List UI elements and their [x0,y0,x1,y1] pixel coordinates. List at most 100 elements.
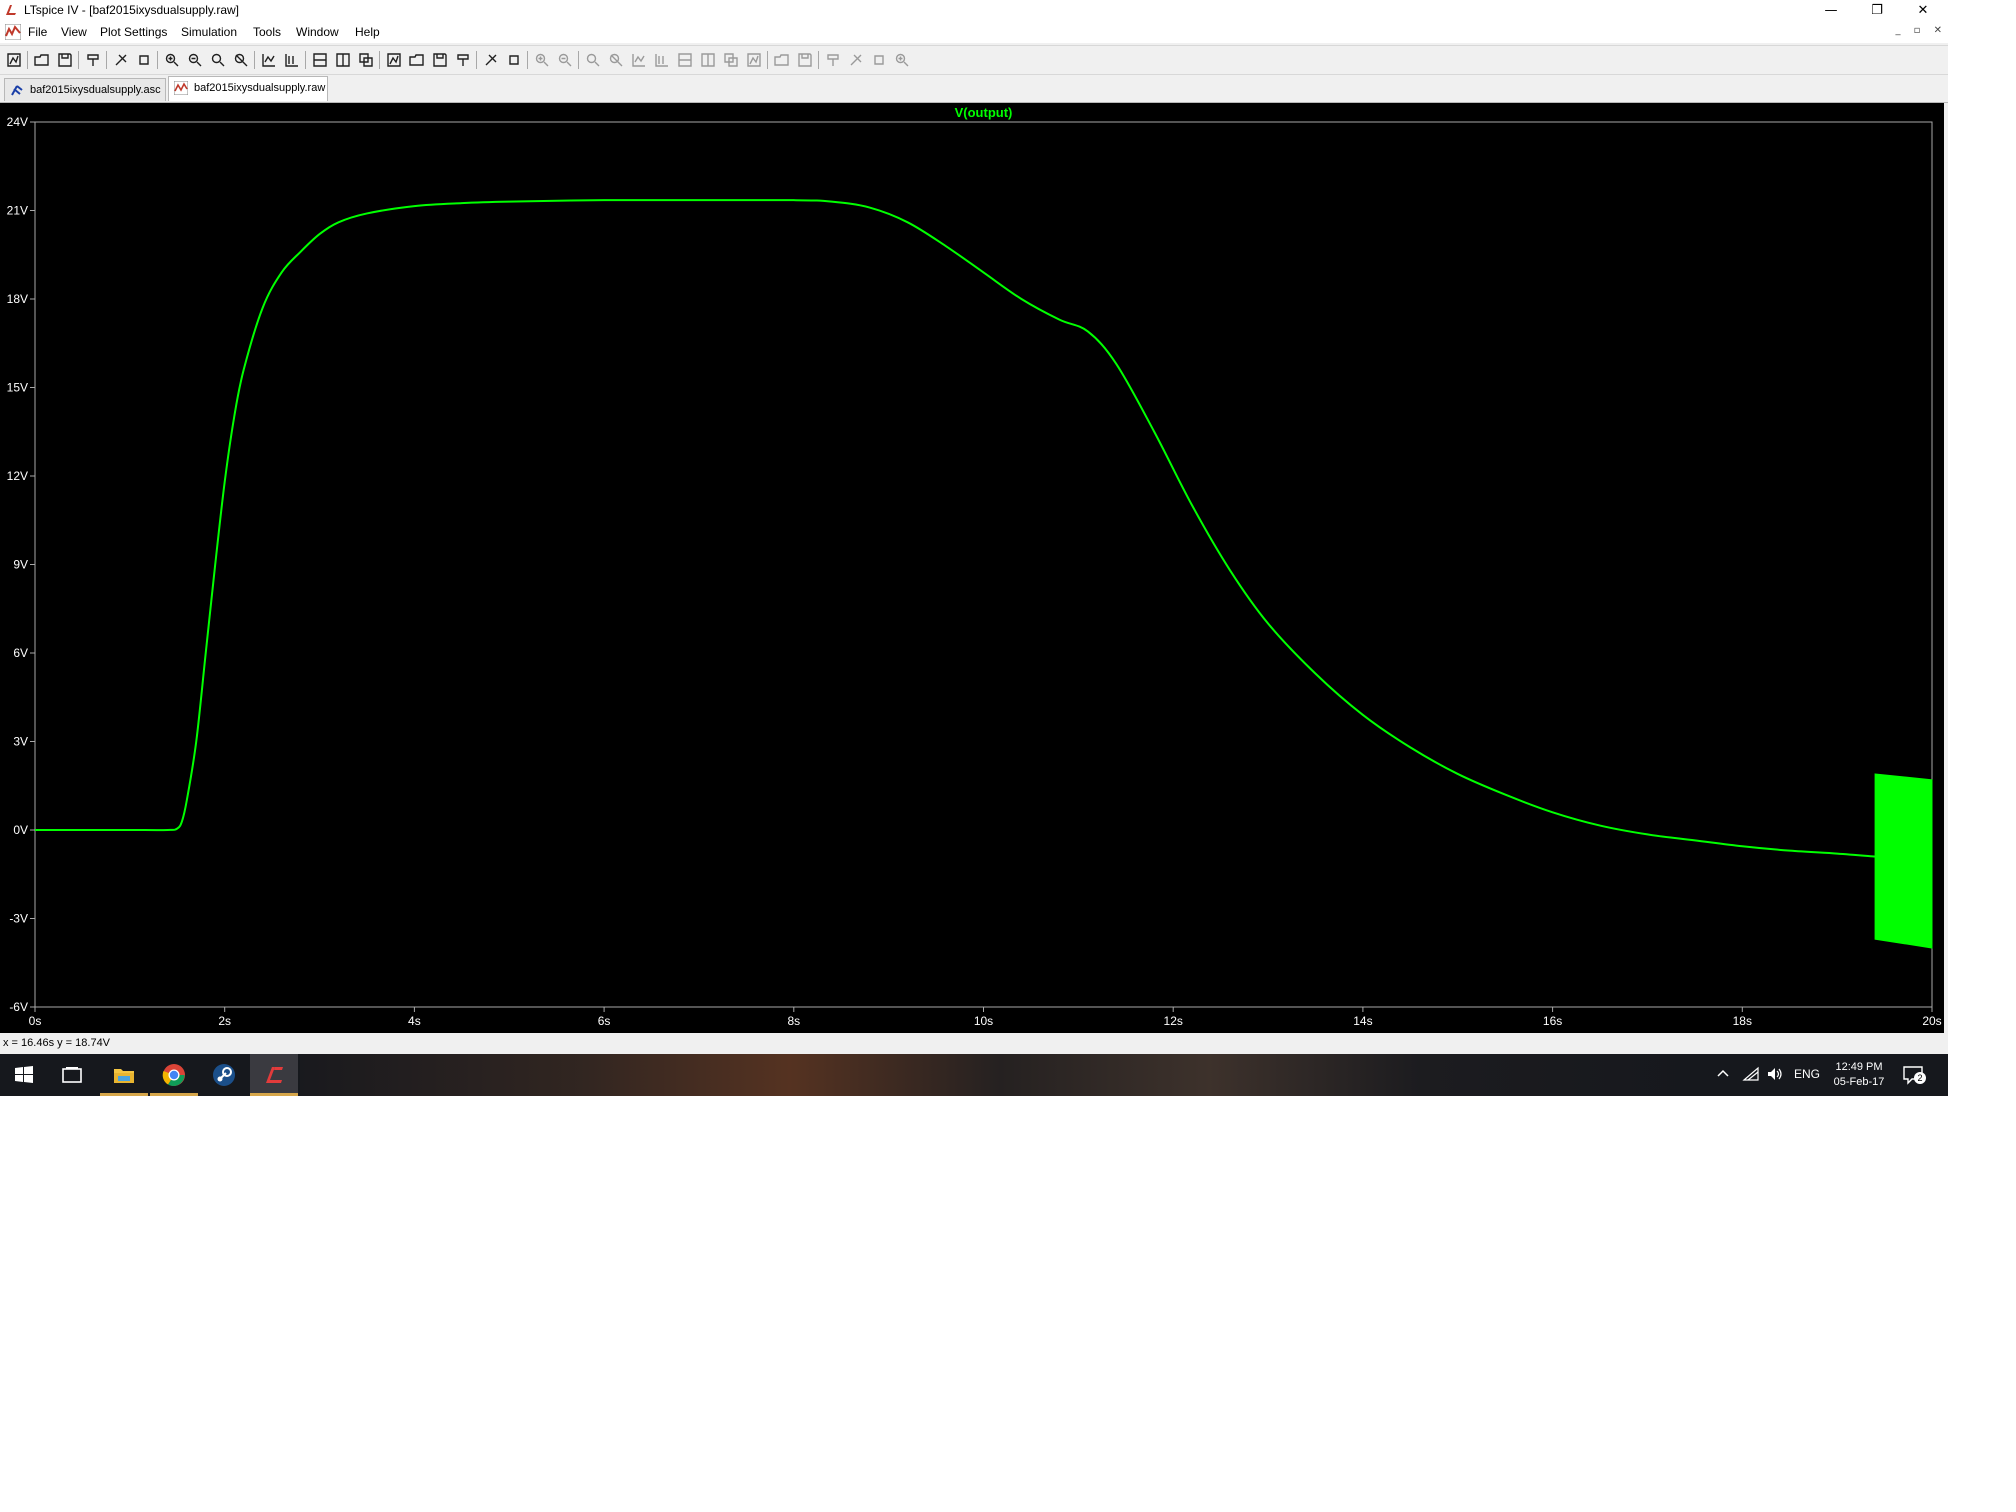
restore-button[interactable]: ❐ [1854,0,1900,21]
task-view-icon [62,1067,82,1083]
menu-help[interactable]: Help [355,25,380,39]
menu-view[interactable]: View [61,25,87,39]
drag-icon[interactable] [746,52,762,68]
copy-icon[interactable] [409,52,425,68]
y-tick-label: 0V [13,823,28,837]
spice-directive-icon[interactable] [894,52,910,68]
zoom-full-icon[interactable] [210,52,226,68]
move-icon[interactable] [723,52,739,68]
title-bar: LTspice IV - [baf2015ixysdualsupply.raw]… [0,0,1948,21]
save-icon[interactable] [57,52,73,68]
chevron-up-icon[interactable] [1716,1067,1730,1081]
waveform-chart[interactable]: V(output) 24V 21V 18V 15V 12V 9V 6V 3V 0V -3V -6V0s… [0,103,1944,1033]
tile-vertical-icon[interactable] [335,52,351,68]
mdi-close-button[interactable]: ✕ [1934,25,1942,36]
mdi-minimize-button[interactable]: _ [1895,25,1900,36]
close-button[interactable]: ✕ [1900,0,1946,21]
language-indicator[interactable]: ENG [1794,1067,1820,1083]
rotate-icon[interactable] [825,52,841,68]
new-schematic-icon[interactable] [6,52,22,68]
zoom-in-icon[interactable] [164,52,180,68]
x-tick-label: 10s [974,1014,993,1028]
menu-window[interactable]: Window [296,25,339,39]
open-icon[interactable] [34,52,50,68]
toolbar-separator [818,51,819,69]
cut-icon[interactable] [386,52,402,68]
file-explorer-icon [114,1069,134,1083]
mdi-controls: _ ▫ ✕ [1885,25,1942,36]
ltspice-icon [266,1067,283,1083]
y-tick-label: -3V [9,912,28,926]
print-preview-icon[interactable] [483,52,499,68]
redo-icon[interactable] [797,52,813,68]
cursor-coordinates: x = 16.46s y = 18.74V [3,1037,111,1049]
trace-v-output [34,199,1876,858]
pick-traces-icon[interactable] [284,52,300,68]
toolbar-separator [379,51,380,69]
component-icon[interactable] [700,52,716,68]
capacitor-icon[interactable] [631,52,647,68]
task-view-button[interactable] [48,1054,96,1096]
waveform-window-icon[interactable] [5,24,21,40]
y-tick-label: 12V [7,469,28,483]
toolbar-separator [254,51,255,69]
autorange-icon[interactable] [261,52,277,68]
find-icon[interactable] [455,52,471,68]
x-tick-label: 12s [1164,1014,1183,1028]
tile-horizontal-icon[interactable] [312,52,328,68]
toolbar-separator [157,51,158,69]
toolbar-separator [767,51,768,69]
steam-button[interactable] [200,1054,248,1096]
toolbar-separator [106,51,107,69]
waveform-plot-pane[interactable]: V(output) 24V 21V 18V 15V 12V 9V 6V 3V 0V -3V -6V 0s… [0,103,1944,1033]
ltspice-logo-icon [4,3,18,17]
menu-tools[interactable]: Tools [253,25,281,39]
text-icon[interactable] [871,52,887,68]
resistor-icon[interactable] [608,52,624,68]
toolbar-separator [305,51,306,69]
ground-icon[interactable] [557,52,573,68]
x-tick-label: 8s [787,1014,800,1028]
zoom-cancel-icon[interactable] [233,52,249,68]
cascade-icon[interactable] [358,52,374,68]
action-center-button[interactable]: 2 [1902,1064,1926,1086]
zoom-out-icon[interactable] [187,52,203,68]
diode-icon[interactable] [677,52,693,68]
steam-icon [213,1064,235,1086]
mdi-restore-button[interactable]: ▫ [1914,25,1921,36]
file-explorer-button[interactable] [100,1054,148,1096]
tab-schematic[interactable]: baf2015ixysdualsupply.asc [4,78,166,101]
oscillation-band [1874,773,1933,949]
y-tick-label: 24V [7,115,28,129]
chrome-button[interactable] [150,1054,198,1096]
notification-count-badge: 2 [1914,1072,1926,1084]
wifi-icon[interactable] [1742,1066,1760,1082]
volume-icon[interactable] [1766,1066,1784,1082]
wire-icon[interactable] [534,52,550,68]
print-icon[interactable] [506,52,522,68]
schematic-icon [11,85,23,96]
windows-taskbar: ENG 12:49 PM 05-Feb-17 2 [0,1054,1948,1096]
undo-icon[interactable] [774,52,790,68]
menu-file[interactable]: File [28,25,47,39]
inductor-icon[interactable] [654,52,670,68]
x-tick-label: 20s [1922,1014,1941,1028]
tab-waveform[interactable]: baf2015ixysdualsupply.raw [168,76,328,101]
control-panel-icon[interactable] [85,52,101,68]
minimize-button[interactable]: — [1808,0,1854,21]
x-tick-label: 18s [1733,1014,1752,1028]
paste-icon[interactable] [432,52,448,68]
label-icon[interactable] [585,52,601,68]
start-button[interactable] [0,1054,48,1096]
system-clock[interactable]: 12:49 PM 05-Feb-17 [1822,1060,1896,1090]
ltspice-taskbar-button[interactable] [250,1054,298,1096]
x-tick-label: 16s [1543,1014,1562,1028]
x-tick-label: 2s [218,1014,231,1028]
status-bar: x = 16.46s y = 18.74V [0,1034,1948,1054]
halt-icon[interactable] [136,52,152,68]
mirror-icon[interactable] [848,52,864,68]
menu-simulation[interactable]: Simulation [181,25,237,39]
tab-label: baf2015ixysdualsupply.asc [30,84,161,96]
run-icon[interactable] [113,52,129,68]
menu-plot-settings[interactable]: Plot Settings [100,25,167,39]
